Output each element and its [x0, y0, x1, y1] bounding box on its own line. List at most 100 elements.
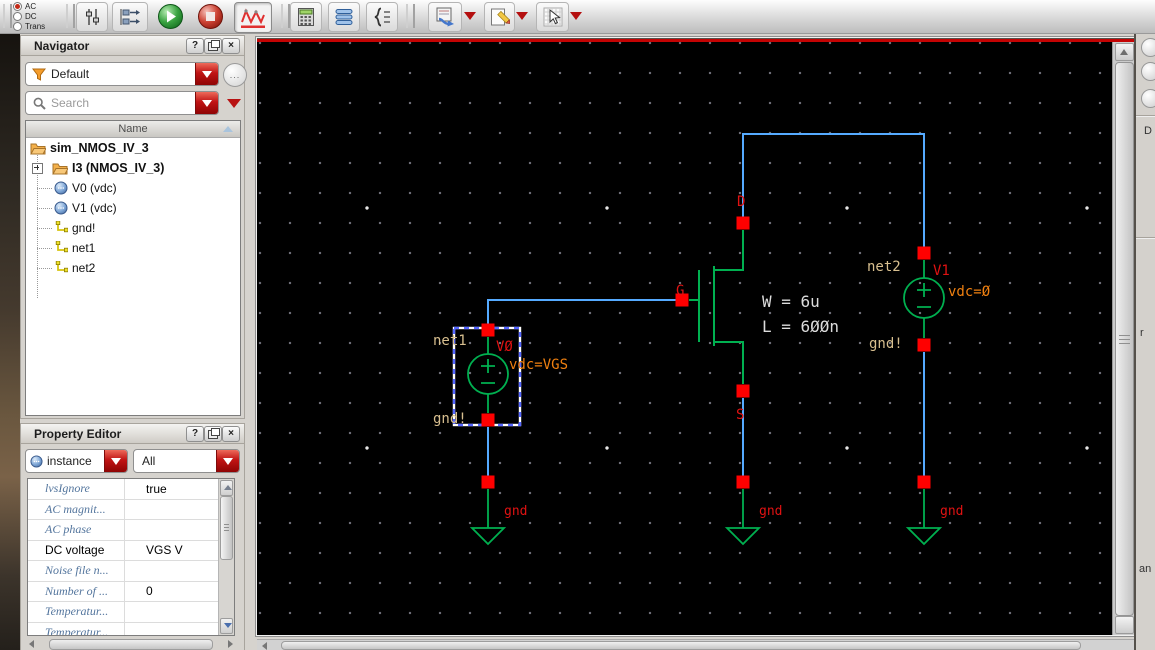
radio-dc-dot[interactable] — [13, 11, 22, 21]
float-button[interactable] — [204, 38, 222, 54]
tree-item-i3[interactable]: I3 (NMOS_IV_3) — [26, 158, 240, 178]
gnd-symbols[interactable] — [469, 489, 943, 546]
wire-drain-to-v1[interactable] — [742, 133, 925, 247]
tree-item-net1[interactable]: net1 — [26, 238, 240, 258]
pin-gnd-2[interactable] — [736, 475, 750, 489]
run-simulation-button[interactable] — [155, 2, 186, 30]
expressions-button[interactable] — [366, 2, 398, 32]
scroll-up-button[interactable] — [1115, 43, 1134, 61]
arrow-left-icon[interactable] — [29, 640, 34, 648]
pins[interactable] — [481, 216, 931, 489]
property-row: Number of ... 0 — [28, 581, 219, 602]
tree-header[interactable]: Name — [26, 121, 240, 138]
object-type-arrow[interactable] — [104, 450, 127, 472]
toolbar-grip[interactable] — [3, 4, 12, 28]
more-options-button[interactable]: ... — [223, 63, 247, 87]
search-input[interactable]: Search — [25, 91, 219, 115]
arrow-left-icon[interactable] — [262, 642, 267, 650]
pin-source[interactable] — [736, 384, 750, 398]
instance-obj-icon — [54, 181, 68, 195]
dock-button[interactable] — [1141, 89, 1155, 108]
property-value[interactable]: true — [125, 479, 219, 499]
hscrollbar-thumb[interactable] — [281, 641, 1081, 650]
plot-outputs-button[interactable] — [428, 2, 462, 32]
property-table-scrollbar[interactable] — [218, 479, 234, 635]
dock-button[interactable] — [1141, 62, 1155, 81]
filter-dropdown-arrow[interactable] — [195, 63, 218, 85]
pin-v1-plus[interactable] — [917, 246, 931, 260]
results-browser-button[interactable] — [328, 2, 360, 32]
property-value[interactable]: VGS V — [125, 541, 219, 561]
search-dropdown-arrow[interactable] — [195, 92, 218, 114]
stop-simulation-button[interactable] — [194, 2, 226, 30]
help-button[interactable]: ? — [186, 38, 204, 54]
help-button[interactable]: ? — [186, 426, 204, 442]
edit-button[interactable] — [484, 2, 515, 32]
nmos-transistor[interactable] — [689, 230, 744, 384]
schematic-canvas[interactable]: net1 VØ vdc=VGS gnd! G D S W = 6u L = 6Ø… — [257, 42, 1112, 635]
dock-button[interactable] — [1141, 38, 1155, 57]
tree-item-gnd[interactable]: gnd! — [26, 218, 240, 238]
property-name: Temperatur... — [28, 602, 125, 622]
scroll-up-button[interactable] — [220, 480, 233, 496]
scroll-down-button[interactable] — [220, 618, 233, 634]
property-value[interactable] — [125, 623, 219, 636]
right-dock-sliver: D r an — [1136, 0, 1155, 650]
property-value[interactable] — [125, 500, 219, 520]
wire-net1-to-gate[interactable] — [487, 299, 682, 326]
pin-v0-plus[interactable] — [481, 323, 495, 337]
property-table-hscrollbar[interactable] — [27, 639, 235, 650]
calculator-button[interactable] — [290, 2, 322, 32]
close-button[interactable]: × — [222, 38, 240, 54]
property-value[interactable] — [125, 520, 219, 540]
canvas-vscrollbar[interactable] — [1112, 42, 1134, 635]
pin-gnd-3[interactable] — [917, 475, 931, 489]
property-filter-arrow[interactable] — [216, 450, 239, 472]
toolbar-grip[interactable] — [66, 4, 75, 28]
radio-ac-dot[interactable] — [13, 1, 22, 11]
toolbar-grip[interactable] — [406, 4, 415, 28]
netlist-button[interactable] — [112, 2, 148, 32]
tree-item-label: V0 (vdc) — [72, 181, 117, 195]
pin-gnd-1[interactable] — [481, 475, 495, 489]
property-value[interactable] — [125, 561, 219, 581]
select-mode-button[interactable] — [536, 2, 569, 32]
toolbar-grip[interactable] — [281, 4, 290, 28]
float-button[interactable] — [204, 426, 222, 442]
radio-dc[interactable]: DC — [13, 11, 45, 21]
scrollbar-thumb[interactable] — [220, 496, 233, 560]
radio-ac[interactable]: AC — [13, 1, 45, 11]
arrow-right-icon[interactable] — [228, 640, 233, 648]
expand-icon[interactable] — [32, 162, 43, 174]
canvas-hscrollbar[interactable] — [257, 639, 1135, 650]
pin-drain[interactable] — [736, 216, 750, 230]
variables-sliders-button[interactable] — [76, 2, 108, 32]
property-value[interactable]: 0 — [125, 582, 219, 602]
select-dropdown-arrow[interactable] — [570, 12, 582, 20]
object-type-combo[interactable]: instance — [25, 449, 128, 473]
edit-dropdown-arrow[interactable] — [516, 12, 528, 20]
net-wire-icon — [55, 241, 68, 253]
tree-item-v1[interactable]: V1 (vdc) — [26, 198, 240, 218]
pin-v0-minus[interactable] — [481, 413, 495, 427]
tree-item-sim-nmos-iv-3[interactable]: sim_NMOS_IV_3 — [26, 138, 240, 158]
search-history-arrow[interactable] — [227, 99, 241, 108]
radio-trans-dot[interactable] — [13, 21, 22, 31]
plot-outputs-dropdown-arrow[interactable] — [464, 12, 476, 20]
tree-item-net2[interactable]: net2 — [26, 258, 240, 278]
wires[interactable] — [487, 133, 925, 482]
close-button[interactable]: × — [222, 426, 240, 442]
funnel-filter-icon — [32, 68, 46, 81]
property-value[interactable] — [125, 602, 219, 622]
pin-v1-minus[interactable] — [917, 338, 931, 352]
plot-results-button[interactable] — [234, 2, 272, 33]
folder-icon — [52, 163, 68, 174]
property-filter-combo[interactable]: All — [133, 449, 240, 473]
radio-trans[interactable]: Trans — [13, 21, 45, 31]
net-wire-icon — [55, 261, 68, 273]
filter-dropdown[interactable]: Default — [25, 62, 219, 86]
scroll-down-button[interactable] — [1115, 616, 1134, 634]
vscrollbar-thumb[interactable] — [1115, 62, 1134, 616]
hscrollbar-thumb[interactable] — [49, 639, 213, 650]
tree-item-v0[interactable]: V0 (vdc) — [26, 178, 240, 198]
